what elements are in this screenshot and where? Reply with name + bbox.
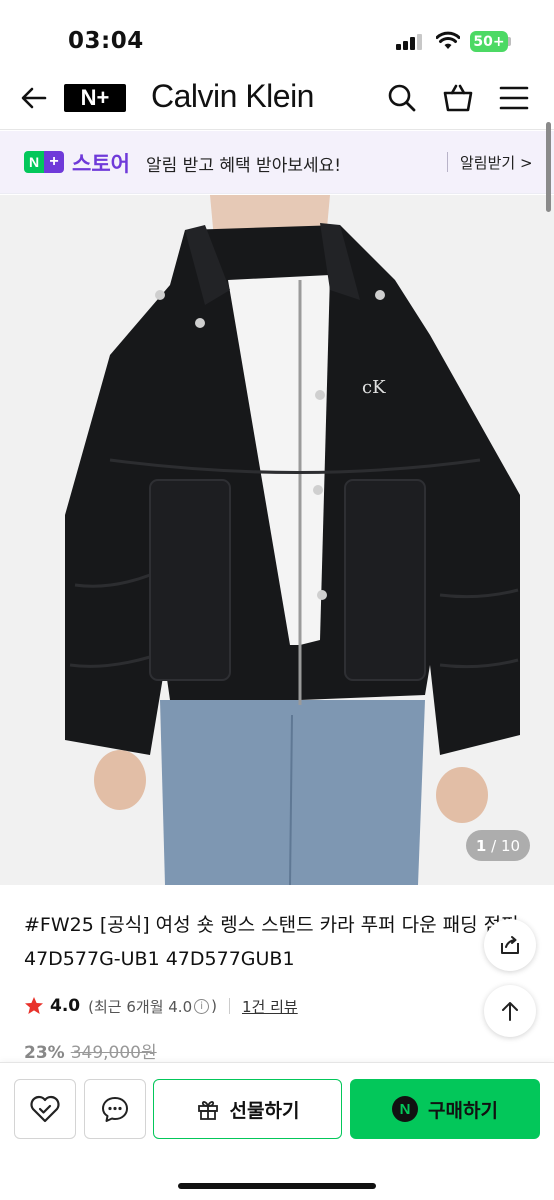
brand-name[interactable]: Calvin Klein bbox=[151, 78, 314, 115]
naver-plus-store-badge: N + bbox=[24, 151, 64, 173]
badge-n: N bbox=[24, 151, 44, 173]
battery-indicator: 50+ bbox=[470, 31, 508, 52]
scrollbar[interactable] bbox=[546, 122, 551, 212]
gift-icon bbox=[197, 1101, 218, 1120]
naver-pay-icon: N bbox=[392, 1096, 419, 1122]
rating-detail-close: ) bbox=[211, 997, 217, 1015]
wifi-icon bbox=[436, 31, 460, 49]
home-indicator[interactable] bbox=[178, 1183, 376, 1189]
notification-subscribe-link[interactable]: 알림받기 > bbox=[460, 152, 533, 173]
image-counter-current: 1 bbox=[475, 836, 487, 855]
search-icon[interactable] bbox=[386, 82, 418, 114]
gift-button[interactable]: 선물하기 bbox=[153, 1079, 342, 1139]
buy-button-label: 구매하기 bbox=[428, 1099, 498, 1122]
price-row: 23% 349,000원 bbox=[24, 1038, 157, 1063]
discount-rate: 23% bbox=[24, 1043, 65, 1063]
badge-plus: + bbox=[44, 151, 64, 173]
rating-row: 4.0 (최근 6개월 4.0 i ) 1건 리뷰 bbox=[24, 993, 298, 1019]
battery-cap bbox=[508, 37, 511, 46]
original-price: 349,000원 bbox=[70, 1043, 157, 1063]
top-navigation-bar: N+ Calvin Klein bbox=[0, 72, 554, 130]
buy-button[interactable]: N 구매하기 bbox=[350, 1079, 540, 1139]
store-message: 알림 받고 혜택 받아보세요! bbox=[146, 156, 342, 176]
naver-plus-logo-text: N+ bbox=[80, 85, 110, 110]
image-counter-total: / 10 bbox=[491, 836, 521, 855]
naver-plus-logo[interactable]: N+ bbox=[64, 84, 126, 112]
image-counter: 1 / 10 bbox=[466, 830, 530, 861]
review-count-link[interactable]: 1건 리뷰 bbox=[242, 996, 298, 1017]
gift-button-label: 선물하기 bbox=[229, 1099, 300, 1122]
svg-text:cK: cK bbox=[362, 377, 386, 398]
talk-inquiry-button[interactable] bbox=[84, 1079, 146, 1139]
product-title: #FW25 [공식] 여성 숏 렝스 스탠드 카라 푸퍼 다운 패딩 점퍼 47… bbox=[24, 914, 519, 970]
divider bbox=[228, 998, 230, 1014]
menu-icon[interactable] bbox=[498, 84, 530, 112]
status-time: 03:04 bbox=[68, 28, 144, 54]
heart-check-icon bbox=[30, 1095, 60, 1123]
share-icon bbox=[501, 936, 519, 954]
rating-score: 4.0 bbox=[50, 996, 81, 1016]
star-icon bbox=[25, 997, 43, 1014]
info-icon[interactable]: i bbox=[194, 998, 210, 1014]
scroll-to-top-button[interactable] bbox=[484, 985, 536, 1037]
store-notification-banner[interactable]: N + 스토어 알림 받고 혜택 받아보세요! 알림받기 > bbox=[0, 131, 554, 194]
wishlist-button[interactable] bbox=[14, 1079, 76, 1139]
share-button[interactable] bbox=[484, 919, 536, 971]
product-image-carousel[interactable]: cK bbox=[0, 195, 554, 885]
status-bar: 03:04 50+ bbox=[0, 0, 554, 72]
chat-bubble-icon bbox=[102, 1097, 128, 1122]
arrow-up-icon bbox=[502, 1002, 518, 1021]
divider bbox=[447, 152, 448, 172]
bottom-action-bar: 선물하기 N 구매하기 bbox=[0, 1062, 554, 1200]
signal-icon bbox=[396, 34, 422, 50]
cart-icon[interactable] bbox=[442, 82, 474, 114]
back-arrow-icon[interactable] bbox=[18, 82, 50, 114]
store-title: 스토어 bbox=[72, 152, 130, 176]
product-photo: cK bbox=[0, 195, 554, 885]
rating-detail: (최근 6개월 4.0 bbox=[88, 997, 193, 1016]
